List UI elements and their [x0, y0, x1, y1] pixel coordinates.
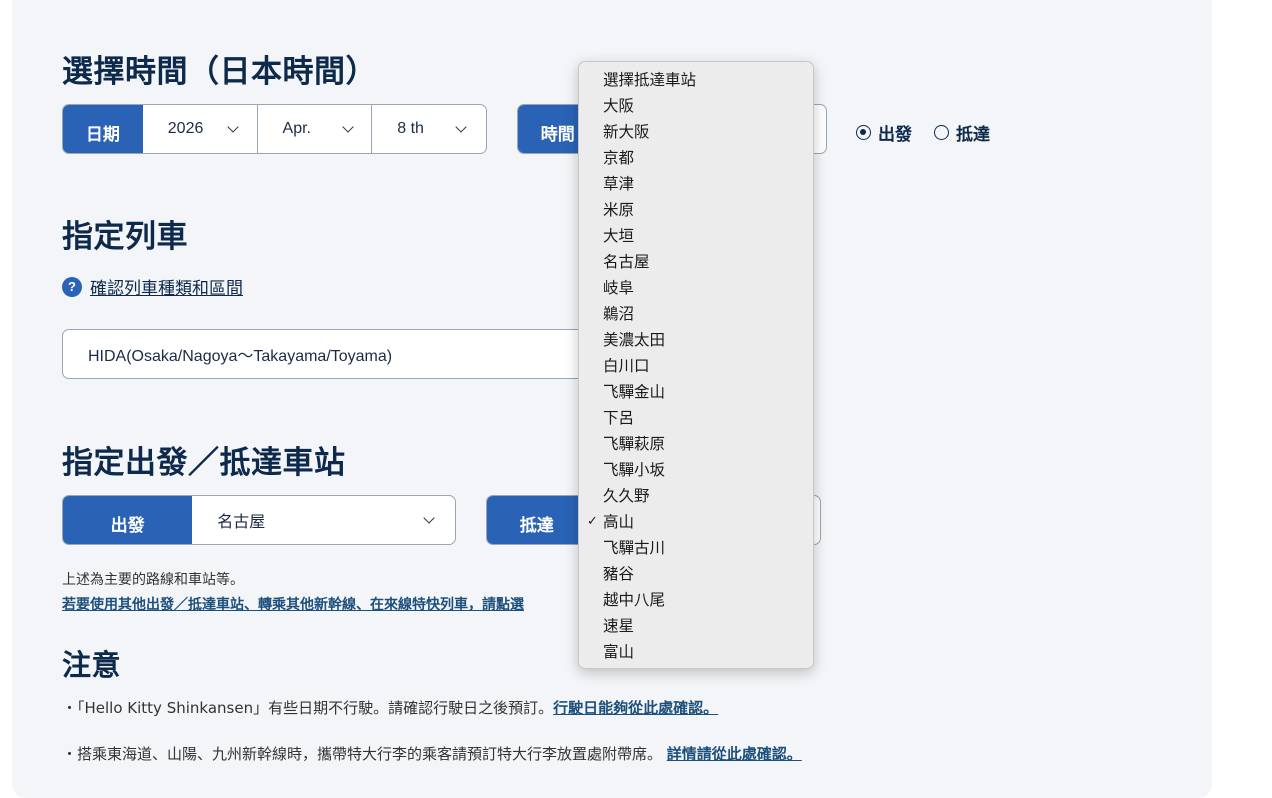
- month-value: Apr.: [282, 120, 311, 137]
- dropdown-option-label: 草津: [603, 175, 635, 193]
- month-select[interactable]: Apr.: [258, 105, 373, 153]
- dropdown-option[interactable]: 岐阜: [579, 275, 813, 301]
- dropdown-option[interactable]: 草津: [579, 171, 813, 197]
- dropdown-option[interactable]: 速星: [579, 613, 813, 639]
- dropdown-placeholder-option[interactable]: 選擇抵達車站: [579, 67, 813, 93]
- dropdown-option-label: 速星: [603, 617, 635, 635]
- dropdown-option-label: 飞驒金山: [603, 383, 666, 401]
- chevron-down-icon: [455, 121, 467, 133]
- dropdown-option-label: 富山: [603, 643, 635, 661]
- chevron-down-icon: [341, 121, 354, 133]
- arrival-station-dropdown[interactable]: 選擇抵達車站 大阪新大阪京都草津米原大垣名古屋岐阜鵜沼美濃太田白川口飞驒金山下呂飞…: [578, 61, 814, 669]
- year-select[interactable]: 2026: [143, 105, 258, 153]
- note-hello-kitty: ・「Hello Kitty Shinkansen」有些日期不行駛。請確認行駛日之…: [62, 697, 718, 718]
- dropdown-option[interactable]: 京都: [579, 145, 813, 171]
- other-stations-link[interactable]: 若要使用其他出發／抵達車站、轉乘其他新幹線、在來線特快列車，請點選: [62, 594, 578, 614]
- dropdown-option-label: 飞驒小坂: [603, 461, 666, 479]
- date-label: 日期: [63, 105, 143, 153]
- dropdown-option[interactable]: 大垣: [579, 223, 813, 249]
- station-section-title: 指定出發／抵達車站: [62, 445, 346, 481]
- dropdown-option[interactable]: 豬谷: [579, 561, 813, 587]
- departure-label: 出發: [63, 496, 193, 544]
- dropdown-option-label: 飞驒古川: [603, 539, 666, 557]
- radio-departure[interactable]: 出發: [856, 120, 912, 145]
- time-section-title: 選擇時間（日本時間）: [62, 54, 377, 90]
- chevron-down-icon: [227, 121, 239, 133]
- dropdown-option-label: 越中八尾: [603, 591, 666, 609]
- radio-unselected-icon: [934, 125, 949, 140]
- train-value: HIDA(Osaka/Nagoya～Takayama/Toyama): [88, 348, 393, 365]
- arrival-label: 抵達: [487, 496, 587, 544]
- dropdown-option[interactable]: 鵜沼: [579, 301, 813, 327]
- dropdown-option[interactable]: 大阪: [579, 93, 813, 119]
- radio-departure-label: 出發: [878, 125, 912, 145]
- dropdown-option[interactable]: 飞驒古川: [579, 535, 813, 561]
- year-value: 2026: [167, 120, 204, 137]
- dropdown-option[interactable]: 下呂: [579, 405, 813, 431]
- dropdown-option-label: 久久野: [603, 487, 650, 505]
- dropdown-option[interactable]: 美濃太田: [579, 327, 813, 353]
- dropdown-option-label: 新大阪: [603, 123, 650, 141]
- checkmark-icon: ✓: [587, 514, 598, 529]
- radio-arrival[interactable]: 抵達: [934, 120, 990, 145]
- departure-station-selector: 出發 名古屋: [62, 495, 456, 545]
- dropdown-option[interactable]: 富山: [579, 639, 813, 665]
- train-section-title: 指定列車: [62, 219, 188, 255]
- dropdown-option-label: 名古屋: [603, 253, 650, 271]
- dropdown-option-label: 豬谷: [603, 565, 635, 583]
- notes-section-title: 注意: [62, 648, 122, 682]
- departure-station-select[interactable]: 名古屋: [192, 496, 455, 544]
- chevron-down-icon: [423, 512, 435, 524]
- radio-arrival-label: 抵達: [956, 125, 990, 145]
- dropdown-option-label: 鵜沼: [603, 305, 635, 323]
- train-select[interactable]: HIDA(Osaka/Nagoya～Takayama/Toyama): [62, 329, 622, 379]
- dropdown-option-label: 京都: [603, 149, 635, 167]
- dropdown-option-label: 選擇抵達車站: [603, 71, 697, 89]
- dropdown-option[interactable]: 飞驒金山: [579, 379, 813, 405]
- dropdown-option[interactable]: 白川口: [579, 353, 813, 379]
- departure-station-value: 名古屋: [217, 514, 266, 531]
- dropdown-option[interactable]: 名古屋: [579, 249, 813, 275]
- dropdown-option-label: 大垣: [603, 227, 635, 245]
- luggage-details-link[interactable]: 詳情請從此處確認。: [667, 745, 802, 763]
- operating-days-link[interactable]: 行駛日能夠從此處確認。: [553, 699, 718, 717]
- date-selector: 日期 2026 Apr. 8 th: [62, 104, 487, 154]
- dropdown-option[interactable]: 越中八尾: [579, 587, 813, 613]
- note-hello-kitty-text: ・「Hello Kitty Shinkansen」有些日期不行駛。請確認行駛日之…: [62, 699, 554, 717]
- dropdown-option[interactable]: 新大阪: [579, 119, 813, 145]
- station-note: 上述為主要的路線和車站等。: [62, 572, 244, 588]
- dropdown-option-label: 飞驒萩原: [603, 435, 666, 453]
- dropdown-option[interactable]: 飞驒小坂: [579, 457, 813, 483]
- dropdown-option[interactable]: 米原: [579, 197, 813, 223]
- note-luggage: ・搭乘東海道、山陽、九州新幹線時，攜帶特大行李的乘客請預訂特大行李放置處附帶席。…: [62, 743, 802, 764]
- radio-selected-icon: [856, 125, 871, 140]
- dropdown-option-label: 岐阜: [603, 279, 635, 297]
- question-circle-icon: ?: [62, 276, 82, 297]
- note-luggage-text: ・搭乘東海道、山陽、九州新幹線時，攜帶特大行李的乘客請預訂特大行李放置處附帶席。: [62, 745, 667, 763]
- day-value: 8 th: [397, 120, 424, 137]
- train-help[interactable]: ? 確認列車種類和區間: [62, 274, 243, 299]
- dropdown-option-label: 米原: [603, 201, 635, 219]
- dropdown-option-label: 美濃太田: [603, 331, 666, 349]
- train-help-link[interactable]: 確認列車種類和區間: [90, 274, 243, 299]
- dropdown-option-label: 高山: [603, 513, 635, 531]
- dropdown-option[interactable]: 飞驒萩原: [579, 431, 813, 457]
- dropdown-option-label: 大阪: [603, 97, 635, 115]
- dropdown-option[interactable]: 久久野: [579, 483, 813, 509]
- day-select[interactable]: 8 th: [372, 105, 486, 153]
- dropdown-option[interactable]: ✓ 高山: [579, 509, 813, 535]
- dropdown-option-label: 白川口: [603, 357, 650, 375]
- dropdown-option-label: 下呂: [603, 409, 635, 427]
